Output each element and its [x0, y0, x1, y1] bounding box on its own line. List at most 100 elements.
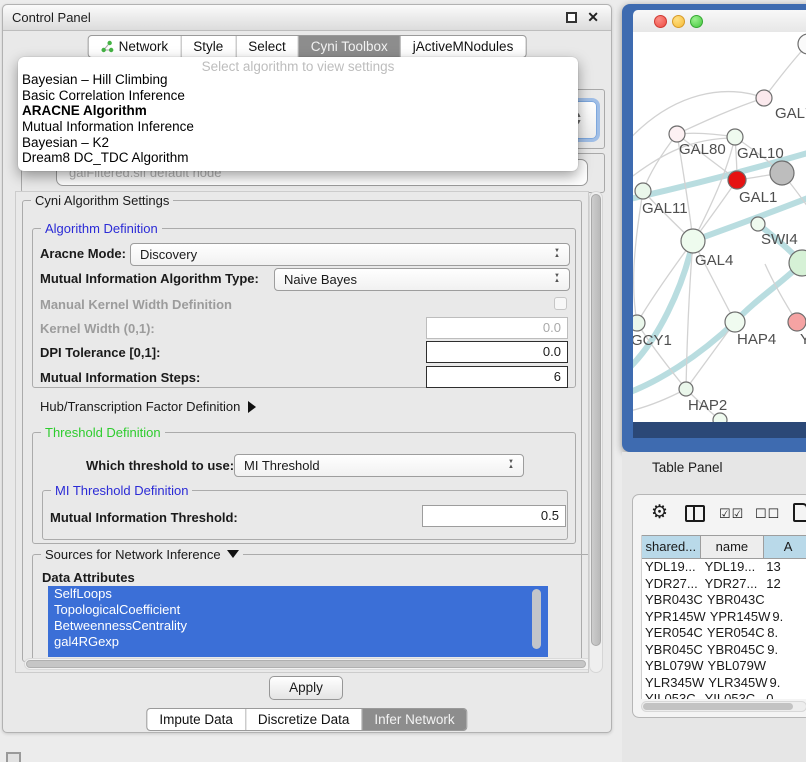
node-table[interactable]: shared...nameA YDL19...YDL19...13YDR27..…	[641, 535, 806, 699]
table-cell: YER054C	[703, 625, 765, 642]
mi-threshold-field[interactable]: 0.5	[422, 505, 566, 527]
table-cell: YER054C	[642, 625, 703, 642]
column-header[interactable]: name	[701, 536, 765, 558]
table-row[interactable]: YBL079WYBL079W	[642, 658, 806, 675]
table-cell: 0.	[764, 691, 806, 699]
network-node-gal80[interactable]	[669, 126, 685, 142]
table-row[interactable]: YBR045CYBR045C9.	[642, 642, 806, 659]
tab-infer-network[interactable]: Infer Network	[362, 709, 466, 730]
table-cell: YDR27...	[701, 576, 765, 593]
table-cell	[766, 658, 806, 675]
tab-impute-data[interactable]: Impute Data	[147, 709, 246, 730]
table-row[interactable]: YDL19...YDL19...13	[642, 559, 806, 576]
attribute-item[interactable]: SelfLoops	[48, 586, 548, 602]
network-node[interactable]	[770, 161, 794, 185]
column-header[interactable]: A	[764, 536, 806, 558]
table-cell: YIL053C	[701, 691, 765, 699]
close-traffic-light-icon[interactable]	[654, 15, 667, 28]
table-cell	[765, 592, 806, 609]
data-attributes-label: Data Attributes	[42, 570, 135, 585]
new-column-icon[interactable]	[793, 503, 806, 522]
node-label: GAL80	[679, 141, 726, 158]
network-canvas[interactable]: GAL7GAL80GAL10GAL1GAL11SWI4GAL4GCY1HAP4Y…	[633, 32, 806, 422]
algorithm-option[interactable]: Basic Correlation Inference	[18, 88, 578, 104]
network-node-hap4[interactable]	[725, 312, 745, 332]
attribute-item[interactable]: TopologicalCoefficient	[48, 602, 548, 618]
minimize-traffic-light-icon[interactable]	[672, 15, 685, 28]
attribute-item[interactable]: BetweennessCentrality	[48, 618, 548, 634]
network-node-gal11[interactable]	[635, 183, 651, 199]
settings-horizontal-scrollbar[interactable]	[24, 658, 589, 670]
tab-style[interactable]: Style	[181, 36, 236, 57]
table-body: YDL19...YDL19...13YDR27...YDR27...12YBR0…	[642, 559, 806, 699]
node-label: GAL10	[737, 145, 784, 162]
tab-jactivemnodules[interactable]: jActiveMNodules	[401, 36, 526, 57]
column-header[interactable]: shared...	[642, 536, 701, 558]
algorithm-option[interactable]: Mutual Information Inference	[18, 119, 578, 135]
hub-definition-toggle[interactable]: Hub/Transcription Factor Definition	[40, 399, 256, 414]
combo-arrows-icon	[506, 457, 520, 474]
attributes-scrollbar[interactable]	[532, 589, 541, 649]
tab-cyni-toolbox[interactable]: Cyni Toolbox	[299, 36, 401, 57]
manual-kernel-checkbox[interactable]	[554, 297, 567, 310]
table-row[interactable]: YBR043CYBR043C	[642, 592, 806, 609]
table-row[interactable]: YPR145WYPR145W9.	[642, 609, 806, 626]
table-row[interactable]: YDR27...YDR27...12	[642, 576, 806, 593]
split-view-icon[interactable]	[685, 505, 705, 522]
window-title: Control Panel	[12, 10, 91, 25]
mi-type-combo[interactable]: Naive Bayes	[274, 268, 570, 291]
settings-vertical-scrollbar[interactable]	[589, 191, 603, 673]
apply-button[interactable]: Apply	[269, 676, 343, 700]
select-all-icon[interactable]: ☑☑	[719, 506, 744, 522]
table-row[interactable]: YLR345WYLR345W9.	[642, 675, 806, 692]
kernel-width-label: Kernel Width (0,1):	[40, 321, 155, 336]
network-node-gal4[interactable]	[681, 229, 705, 253]
data-attributes-list[interactable]: SelfLoopsTopologicalCoefficientBetweenne…	[48, 586, 548, 657]
network-node-gal7[interactable]	[756, 90, 772, 106]
network-edge	[764, 44, 806, 98]
mi-steps-field[interactable]: 6	[426, 366, 568, 388]
tab-label: jActiveMNodules	[413, 39, 514, 54]
cyni-settings-group-title: Cyni Algorithm Settings	[31, 193, 173, 208]
table-row[interactable]: YIL053CYIL053C0.	[642, 691, 806, 699]
aracne-mode-combo[interactable]: Discovery	[130, 243, 570, 266]
dpi-tolerance-field[interactable]: 0.0	[426, 341, 568, 363]
network-node-gcy1[interactable]	[633, 315, 645, 331]
which-threshold-combo[interactable]: MI Threshold	[234, 454, 524, 477]
network-node[interactable]	[713, 413, 727, 422]
algorithm-option[interactable]: Dream8 DC_TDC Algorithm	[18, 150, 578, 166]
network-window-titlebar	[633, 10, 806, 34]
zoom-traffic-light-icon[interactable]	[690, 15, 703, 28]
network-node-gal1[interactable]	[728, 171, 746, 189]
tab-select[interactable]: Select	[236, 36, 299, 57]
gear-icon[interactable]: ⚙	[651, 501, 668, 524]
network-node[interactable]	[798, 34, 806, 54]
tab-network[interactable]: Network	[89, 36, 182, 57]
network-node-hap2[interactable]	[679, 382, 693, 396]
table-cell: 13	[764, 559, 806, 576]
kernel-width-field[interactable]: 0.0	[426, 317, 568, 339]
sources-group-title[interactable]: Sources for Network Inference	[41, 547, 243, 562]
close-icon[interactable]: ✕	[587, 9, 599, 26]
algorithm-option[interactable]: Bayesian – K2	[18, 135, 578, 151]
table-horizontal-scrollbar[interactable]	[641, 701, 806, 712]
network-edge	[677, 133, 735, 137]
algorithm-option[interactable]: Bayesian – Hill Climbing	[18, 72, 578, 88]
network-node-gal10[interactable]	[727, 129, 743, 145]
network-edge	[633, 389, 686, 412]
network-graph[interactable]: GAL7GAL80GAL10GAL1GAL11SWI4GAL4GCY1HAP4Y…	[633, 32, 806, 422]
network-edge	[643, 134, 677, 191]
algorithm-option[interactable]: ARACNE Algorithm	[18, 103, 578, 119]
network-node-y[interactable]	[788, 313, 806, 331]
network-window-footer	[633, 422, 806, 438]
attribute-item[interactable]: gal4RGexp	[48, 634, 548, 650]
table-row[interactable]: YER054CYER054C8.	[642, 625, 806, 642]
deselect-all-icon[interactable]: ☐☐	[755, 506, 780, 522]
float-window-icon[interactable]	[566, 12, 577, 23]
settings-panel: Cyni Algorithm Settings Algorithm Defini…	[15, 191, 589, 673]
network-node-swi4[interactable]	[751, 217, 765, 231]
tab-discretize-data[interactable]: Discretize Data	[246, 709, 363, 730]
hub-definition-label: Hub/Transcription Factor Definition	[40, 399, 240, 414]
mi-type-label: Mutual Information Algorithm Type:	[40, 271, 259, 286]
dock-chip-icon[interactable]	[6, 752, 21, 762]
